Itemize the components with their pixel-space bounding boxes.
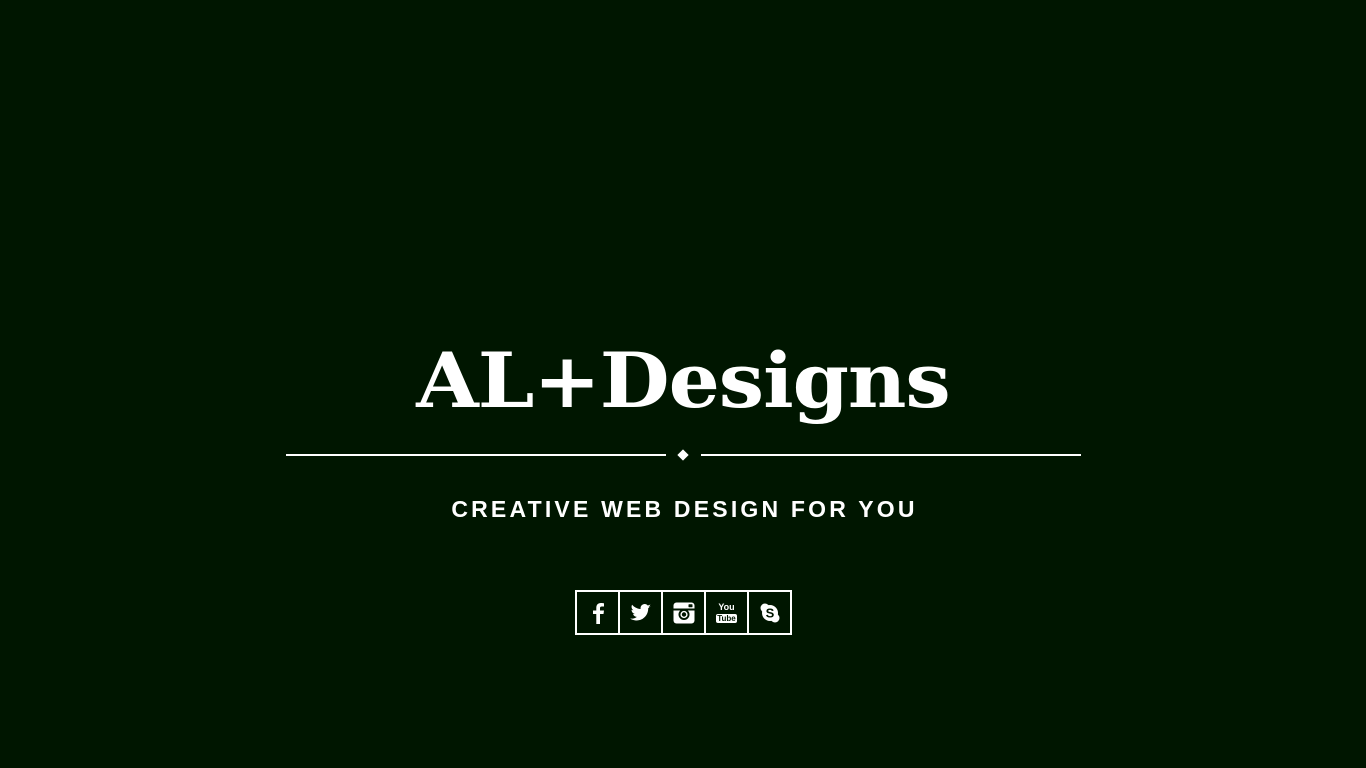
tagline: CREATIVE WEB DESIGN FOR YOU	[451, 496, 918, 522]
svg-text:S: S	[765, 605, 774, 620]
landing-page: AL+Designs CREATIVE WEB DESIGN FOR YOU Y…	[0, 0, 1366, 768]
youtube-icon: You Tube	[716, 601, 737, 623]
instagram-icon	[673, 602, 695, 624]
instagram-link-button[interactable]	[663, 592, 706, 633]
divider-line-left	[286, 454, 666, 456]
skype-link-button[interactable]: S	[749, 592, 790, 633]
diamond-ornament-icon	[677, 449, 689, 461]
social-links-bar: You Tube S	[575, 590, 792, 635]
divider-line-right	[701, 454, 1081, 456]
skype-icon: S	[760, 603, 780, 623]
youtube-link-button[interactable]: You Tube	[706, 592, 749, 633]
twitter-icon	[629, 603, 652, 622]
facebook-icon	[591, 602, 605, 624]
facebook-link-button[interactable]	[577, 592, 620, 633]
site-logo[interactable]: AL+Designs	[0, 336, 1366, 426]
twitter-link-button[interactable]	[620, 592, 663, 633]
youtube-icon-tube: Tube	[716, 613, 737, 623]
youtube-icon-you: You	[718, 601, 735, 612]
